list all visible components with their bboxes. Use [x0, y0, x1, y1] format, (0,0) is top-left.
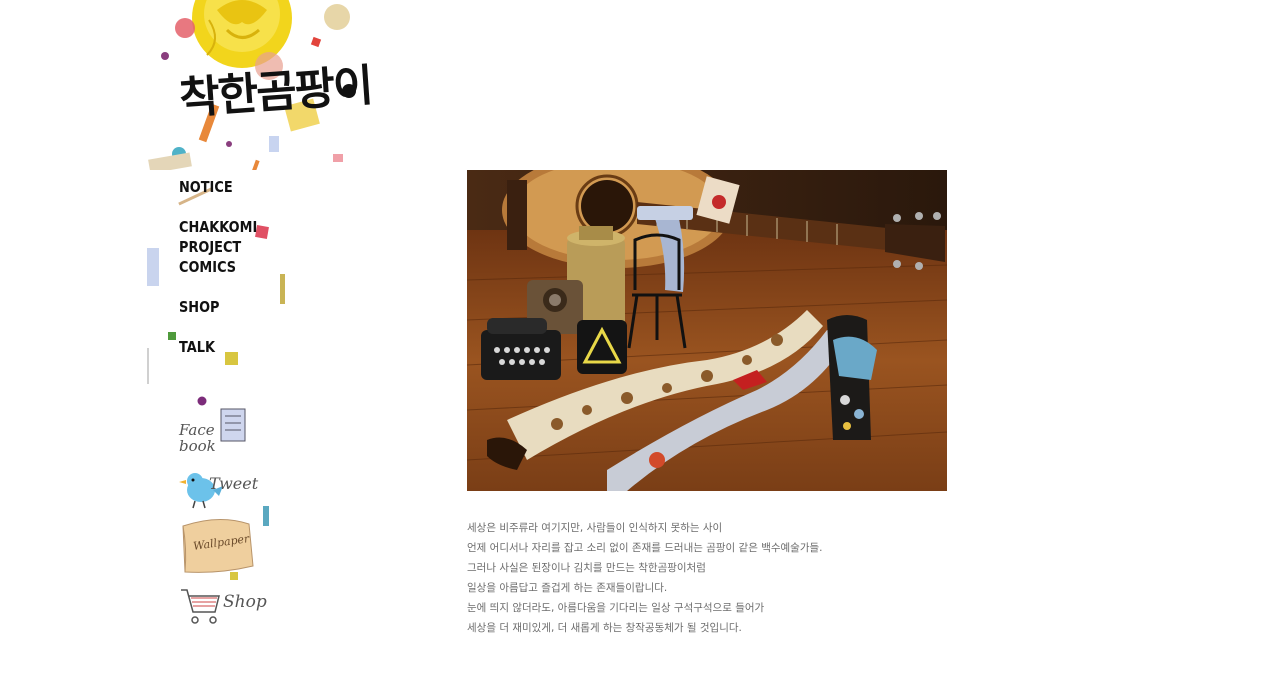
shop-label: Shop	[223, 592, 267, 612]
description-line: 그러나 사실은 된장이나 김치를 만드는 착한곰팡이처럼	[467, 562, 706, 574]
photo-illustration-icon	[467, 170, 947, 491]
nav-label-line: CHAKKOMI	[179, 218, 258, 236]
shop-cart-button[interactable]: Shop	[179, 584, 267, 632]
tweet-button[interactable]: Tweet	[179, 468, 263, 512]
yellow-square-icon	[230, 572, 238, 580]
logo-text: 착한곰팡이	[177, 60, 374, 125]
tweet-label: Tweet	[209, 474, 259, 493]
nav-shop[interactable]: SHOP	[179, 297, 220, 317]
description-line: 세상을 더 재미있게, 더 새롭게 하는 창작공동체가 될 것입니다.	[467, 622, 742, 634]
logo[interactable]: 착한곰팡이	[147, 0, 387, 177]
facebook-label: Face book	[179, 421, 216, 455]
facebook-button[interactable]: Face book	[179, 406, 259, 460]
description-line: 일상을 아름답고 즐겁게 하는 존재들이랍니다.	[467, 582, 668, 594]
description-line: 언제 어디서나 자리를 잡고 소리 없이 존재를 드러내는 곰팡이 같은 백수예…	[467, 542, 823, 554]
nav-label-line: COMICS	[179, 258, 237, 276]
guitar-straps-photo	[467, 170, 947, 491]
collage-decor-icon	[147, 187, 285, 384]
nav-talk[interactable]: TALK	[179, 337, 215, 357]
nav-chakkomi-project-comics[interactable]: CHAKKOMI PROJECT COMICS	[179, 217, 299, 277]
wallpaper-button[interactable]: Wallpaper	[179, 518, 259, 578]
intro-description: 세상은 비주류라 여기지만, 사람들이 인식하지 못하는 사이 언제 어디서나 …	[467, 518, 987, 638]
description-line: 세상은 비주류라 여기지만, 사람들이 인식하지 못하는 사이	[467, 522, 723, 534]
blue-strip-icon	[263, 506, 269, 526]
nav-label-line: PROJECT	[179, 238, 242, 256]
description-line: 눈에 띄지 않더라도, 아름다움을 기다리는 일상 구석구석으로 들어가	[467, 602, 765, 614]
sidebar: 착한곰팡이 NOTICE CHAKKOMI PROJECT COMICS SHO…	[147, 0, 387, 688]
nav-notice[interactable]: NOTICE	[179, 177, 233, 197]
